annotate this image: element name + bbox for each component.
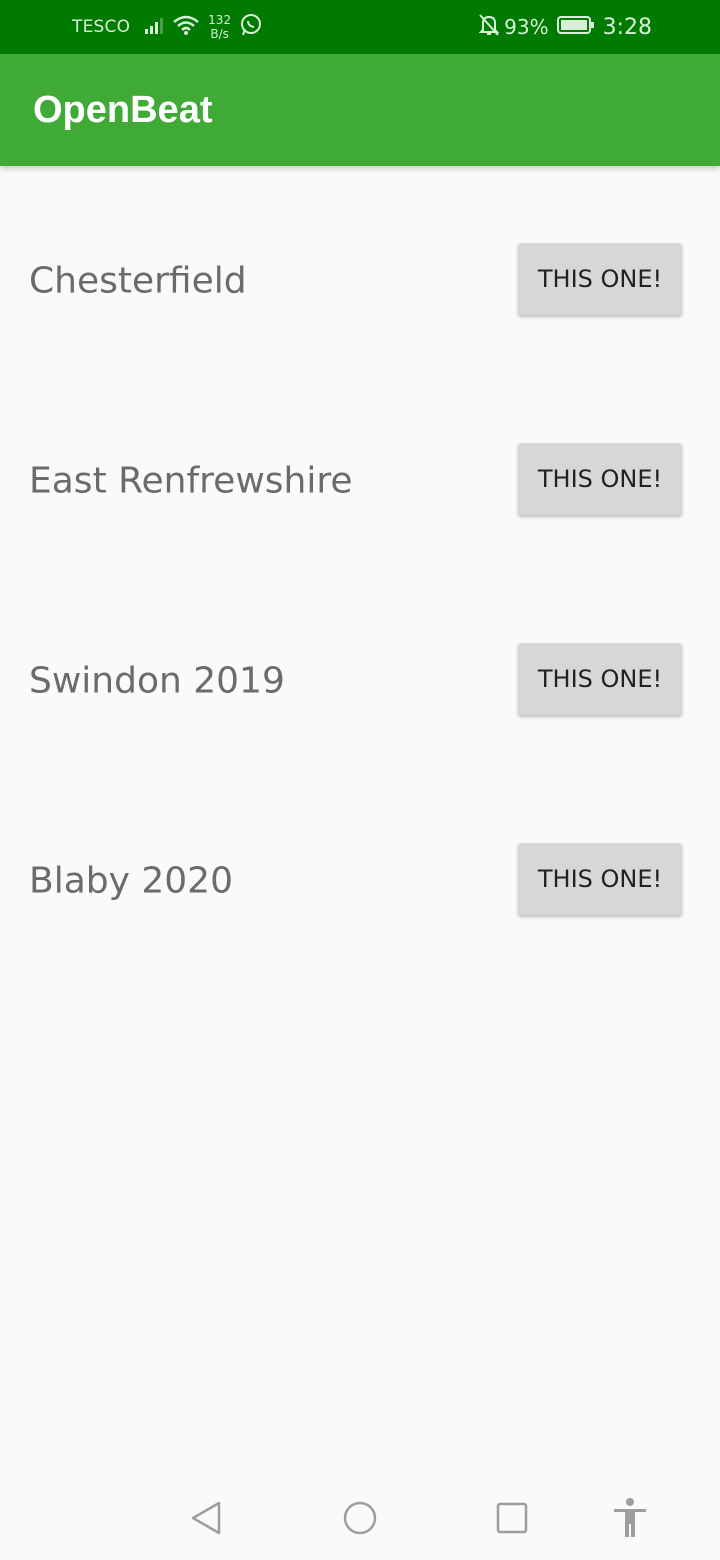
list-item-label: Blaby 2020 xyxy=(29,860,233,902)
list-item: Blaby 2020 THIS ONE! xyxy=(0,766,720,966)
this-one-button[interactable]: THIS ONE! xyxy=(518,243,682,315)
this-one-button[interactable]: THIS ONE! xyxy=(518,843,682,915)
this-one-button[interactable]: THIS ONE! xyxy=(518,443,682,515)
app-title: OpenBeat xyxy=(33,89,213,131)
wifi-icon xyxy=(172,14,200,41)
screen: TESCO 132 B/s 93% 3:28 OpenBeat Chesterf… xyxy=(0,0,720,1560)
speed-unit: B/s xyxy=(210,27,229,41)
list-item: East Renfrewshire THIS ONE! xyxy=(0,366,720,566)
status-bar: TESCO 132 B/s 93% 3:28 xyxy=(0,0,720,54)
network-speed: 132 B/s xyxy=(208,13,231,41)
this-one-button[interactable]: THIS ONE! xyxy=(518,643,682,715)
app-bar: OpenBeat xyxy=(0,54,720,166)
accessibility-icon[interactable] xyxy=(600,1476,660,1560)
whatsapp-icon xyxy=(239,13,263,42)
back-icon[interactable] xyxy=(176,1476,236,1560)
status-right: 93% 3:28 xyxy=(478,0,652,54)
navigation-bar xyxy=(0,1476,720,1560)
list-item: Swindon 2019 THIS ONE! xyxy=(0,566,720,766)
bell-off-icon xyxy=(478,13,500,42)
list-item-label: Chesterfield xyxy=(29,260,247,302)
carrier-name: TESCO xyxy=(72,17,131,37)
event-list: Chesterfield THIS ONE! East Renfrewshire… xyxy=(0,166,720,966)
list-item-label: Swindon 2019 xyxy=(29,660,285,702)
speed-value: 132 xyxy=(208,13,232,27)
signal-icon xyxy=(144,15,166,40)
battery-icon xyxy=(556,15,595,40)
status-left: TESCO 132 B/s xyxy=(72,0,263,54)
clock: 3:28 xyxy=(602,14,652,40)
recents-icon[interactable] xyxy=(482,1476,542,1560)
list-item: Chesterfield THIS ONE! xyxy=(0,166,720,366)
list-item-label: East Renfrewshire xyxy=(29,460,353,502)
home-icon[interactable] xyxy=(330,1476,390,1560)
battery-percent: 93% xyxy=(504,15,549,39)
